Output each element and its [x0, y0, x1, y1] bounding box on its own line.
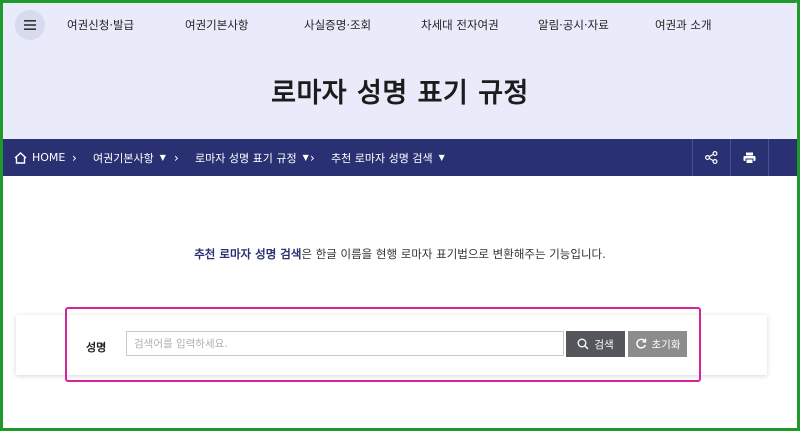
share-icon: [704, 151, 718, 164]
top-nav-item-passport-basics[interactable]: 여권기본사항: [185, 17, 248, 33]
top-nav-item-about[interactable]: 여권과 소개: [655, 17, 712, 33]
bar-divider: [768, 139, 769, 176]
page-title: 로마자 성명 표기 규정: [271, 78, 529, 109]
breadcrumb: HOME › 여권기본사항 ▼ › 로마자 성명 표기 규정 ▼ › 추천 로마…: [3, 139, 797, 176]
intro-description: 은 한글 이름을 현행 로마자 표기법으로 변환해주는 기능입니다.: [301, 247, 606, 261]
top-nav-item-notices[interactable]: 알림·공시·자료: [538, 17, 609, 33]
breadcrumb-separator-icon: ›: [174, 150, 179, 165]
highlight-annotation: [65, 307, 701, 382]
caret-down-icon: ▼: [159, 153, 166, 162]
breadcrumb-item-label: 로마자 성명 표기 규정: [195, 151, 297, 165]
print-button[interactable]: [731, 139, 767, 176]
intro-highlight: 추천 로마자 성명 검색: [194, 247, 302, 261]
breadcrumb-separator-icon: ›: [72, 150, 77, 165]
intro-text: 추천 로마자 성명 검색은 한글 이름을 현행 로마자 표기법으로 변환해주는 …: [0, 246, 800, 262]
breadcrumb-home-label: HOME: [32, 151, 66, 164]
breadcrumb-item-label: 추천 로마자 성명 검색: [331, 151, 433, 165]
top-nav-item-next-gen-passport[interactable]: 차세대 전자여권: [421, 17, 499, 33]
breadcrumb-home[interactable]: HOME: [14, 139, 65, 176]
caret-down-icon: ▼: [438, 153, 445, 162]
hamburger-menu-button[interactable]: [15, 10, 45, 40]
page-header: 여권신청·발급 여권기본사항 사실증명·조회 차세대 전자여권 알림·공시·자료…: [3, 3, 797, 139]
breadcrumb-item-romanization-rules[interactable]: 로마자 성명 표기 규정 ▼: [195, 139, 309, 176]
home-icon: [14, 151, 27, 164]
share-button[interactable]: [693, 139, 729, 176]
top-nav-item-passport-application[interactable]: 여권신청·발급: [67, 17, 134, 33]
breadcrumb-separator-icon: ›: [310, 150, 315, 165]
hamburger-icon: [24, 20, 36, 30]
top-nav: 여권신청·발급 여권기본사항 사실증명·조회 차세대 전자여권 알림·공시·자료…: [43, 17, 743, 35]
breadcrumb-item-name-search[interactable]: 추천 로마자 성명 검색 ▼: [331, 139, 445, 176]
caret-down-icon: ▼: [302, 153, 309, 162]
top-nav-item-certificates[interactable]: 사실증명·조회: [304, 17, 371, 33]
breadcrumb-item-passport-basics[interactable]: 여권기본사항 ▼: [93, 139, 166, 176]
breadcrumb-item-label: 여권기본사항: [93, 151, 154, 165]
print-icon: [743, 152, 755, 164]
